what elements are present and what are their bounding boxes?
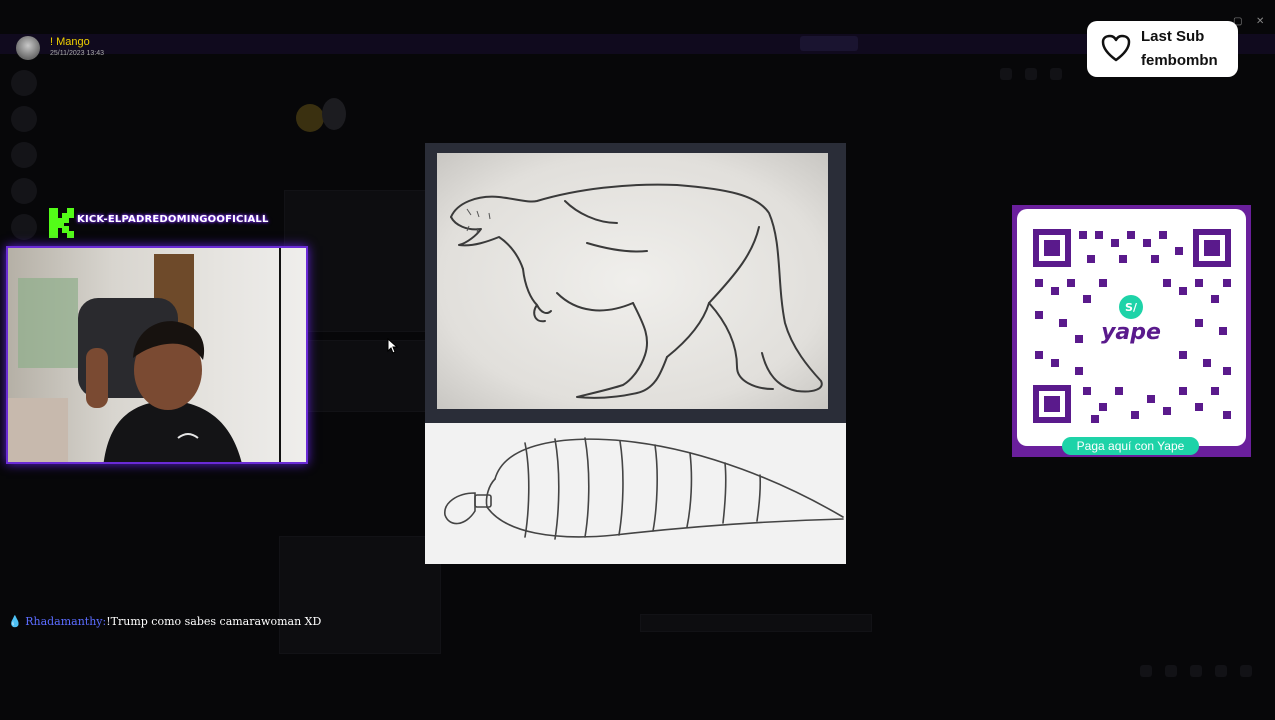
- last-sub-username: fembombn: [1141, 52, 1218, 69]
- background-avatar-thumb: [279, 536, 441, 654]
- trex-drawing: [437, 153, 828, 409]
- background-icon: [1215, 665, 1227, 677]
- water-drop-icon: 💧: [8, 615, 22, 628]
- chat-username: Rhadamanthy:: [25, 615, 107, 628]
- mouse-cursor-icon: [387, 338, 399, 354]
- avatar: [16, 36, 40, 60]
- background-icon: [1140, 665, 1152, 677]
- background-banner: [0, 34, 1275, 54]
- background-icon: [1240, 665, 1252, 677]
- webcam-feed: [6, 246, 308, 464]
- close-icon[interactable]: ✕: [1256, 16, 1264, 27]
- kick-handle-text: KICK-ELPADREDOMINGOOFICIALL: [77, 214, 269, 225]
- chat-message: 💧 Rhadamanthy:!Trump como sabes camarawo…: [8, 615, 321, 628]
- qr-code: S/ yape: [1033, 229, 1231, 423]
- chat-text: !Trump como sabes camarawoman XD: [106, 615, 322, 628]
- heart-icon: [1101, 34, 1131, 62]
- background-icon: [1025, 68, 1037, 80]
- background-icon: [1000, 68, 1012, 80]
- tail-drawing: [425, 423, 846, 564]
- background-titlebar: [0, 12, 1275, 30]
- background-icon: [1165, 665, 1177, 677]
- streamer-figure: [86, 321, 242, 462]
- notification-name: ! Mango: [50, 36, 90, 48]
- yape-logo: yape: [1101, 320, 1161, 345]
- last-sub-widget: Last Sub fembombn: [1087, 21, 1238, 77]
- last-sub-label: Last Sub: [1141, 28, 1205, 45]
- notification-date: 25/11/2023 13:43: [50, 50, 104, 57]
- background-banner-button: [800, 36, 858, 51]
- yape-pay-button[interactable]: Paga aquí con Yape: [1062, 437, 1199, 455]
- kick-logo-icon: [49, 208, 74, 238]
- background-icon: [1190, 665, 1202, 677]
- yape-qr-card: S/ yape Paga aquí con Yape: [1012, 205, 1251, 457]
- background-pill: [640, 614, 872, 632]
- svg-text:S/: S/: [1125, 301, 1138, 314]
- background-icon: [1050, 68, 1062, 80]
- background-emoji: [292, 92, 352, 136]
